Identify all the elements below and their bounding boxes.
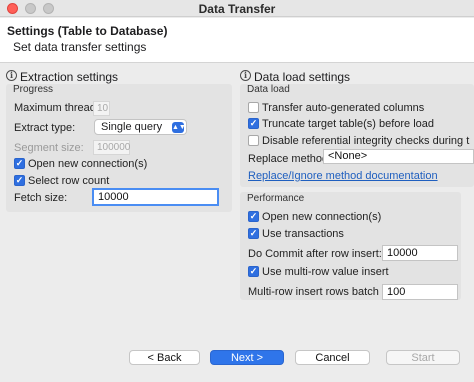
replace-method-label: Replace method: — [248, 153, 332, 165]
start-button[interactable]: Start — [386, 350, 460, 365]
max-threads-label: Maximum threads: — [14, 102, 105, 114]
select-row-count-label: Select row count — [28, 175, 110, 187]
info-icon: i — [240, 70, 251, 81]
open-connections-checkbox[interactable]: ✓ — [14, 158, 25, 169]
extract-type-value: Single query — [101, 121, 163, 133]
back-button[interactable]: < Back — [129, 350, 200, 365]
multi-row-insert-checkbox[interactable]: ✓ — [248, 266, 259, 277]
segment-size-label: Segment size: — [14, 142, 84, 154]
truncate-target-label: Truncate target table(s) before load — [262, 118, 435, 130]
info-icon: i — [6, 70, 17, 81]
data-load-group-label: Data load — [247, 84, 290, 95]
extract-type-select[interactable]: Single query ▲▼ — [94, 119, 187, 135]
commit-after-label: Do Commit after row insert: — [248, 248, 382, 260]
replace-method-doc-link[interactable]: Replace/Ignore method documentation — [248, 170, 438, 182]
perf-open-connections-checkbox[interactable]: ✓ — [248, 211, 259, 222]
next-button[interactable]: Next > — [210, 350, 284, 365]
progress-group-label: Progress — [13, 84, 54, 95]
transfer-auto-columns-checkbox[interactable] — [248, 102, 259, 113]
fetch-size-label: Fetch size: — [14, 192, 68, 204]
cancel-button[interactable]: Cancel — [295, 350, 370, 365]
transfer-auto-columns-label: Transfer auto-generated columns — [262, 102, 425, 114]
performance-group-label: Performance — [247, 193, 305, 204]
use-transactions-checkbox[interactable]: ✓ — [248, 228, 259, 239]
header-banner: Settings (Table to Database) Set data tr… — [0, 18, 474, 63]
select-row-count-checkbox[interactable]: ✓ — [14, 175, 25, 186]
fetch-size-input[interactable]: 10000 — [92, 188, 219, 206]
page-description: Set data transfer settings — [13, 40, 147, 54]
disable-integrity-label: Disable referential integrity checks dur… — [262, 135, 470, 147]
perf-open-connections-label: Open new connection(s) — [262, 211, 382, 223]
batch-size-input[interactable]: 100 — [382, 284, 458, 300]
title-bar: Data Transfer — [0, 0, 474, 17]
open-connections-label: Open new connection(s) — [28, 158, 148, 170]
multi-row-insert-label: Use multi-row value insert — [262, 266, 389, 278]
window-title: Data Transfer — [198, 2, 276, 16]
max-threads-field[interactable]: 10 — [93, 101, 110, 116]
disable-integrity-checkbox[interactable] — [248, 135, 259, 146]
extract-type-label: Extract type: — [14, 122, 76, 134]
use-transactions-label: Use transactions — [262, 228, 344, 240]
segment-size-field[interactable]: 100000 — [93, 140, 130, 155]
replace-method-select[interactable]: <None> — [323, 149, 474, 164]
commit-after-input[interactable]: 10000 — [382, 245, 458, 261]
chevron-updown-icon: ▲▼ — [172, 122, 186, 133]
page-title: Settings (Table to Database) — [7, 24, 168, 38]
extraction-settings-title: Extraction settings — [20, 70, 119, 84]
truncate-target-checkbox[interactable]: ✓ — [248, 118, 259, 129]
data-load-settings-title: Data load settings — [254, 70, 351, 84]
